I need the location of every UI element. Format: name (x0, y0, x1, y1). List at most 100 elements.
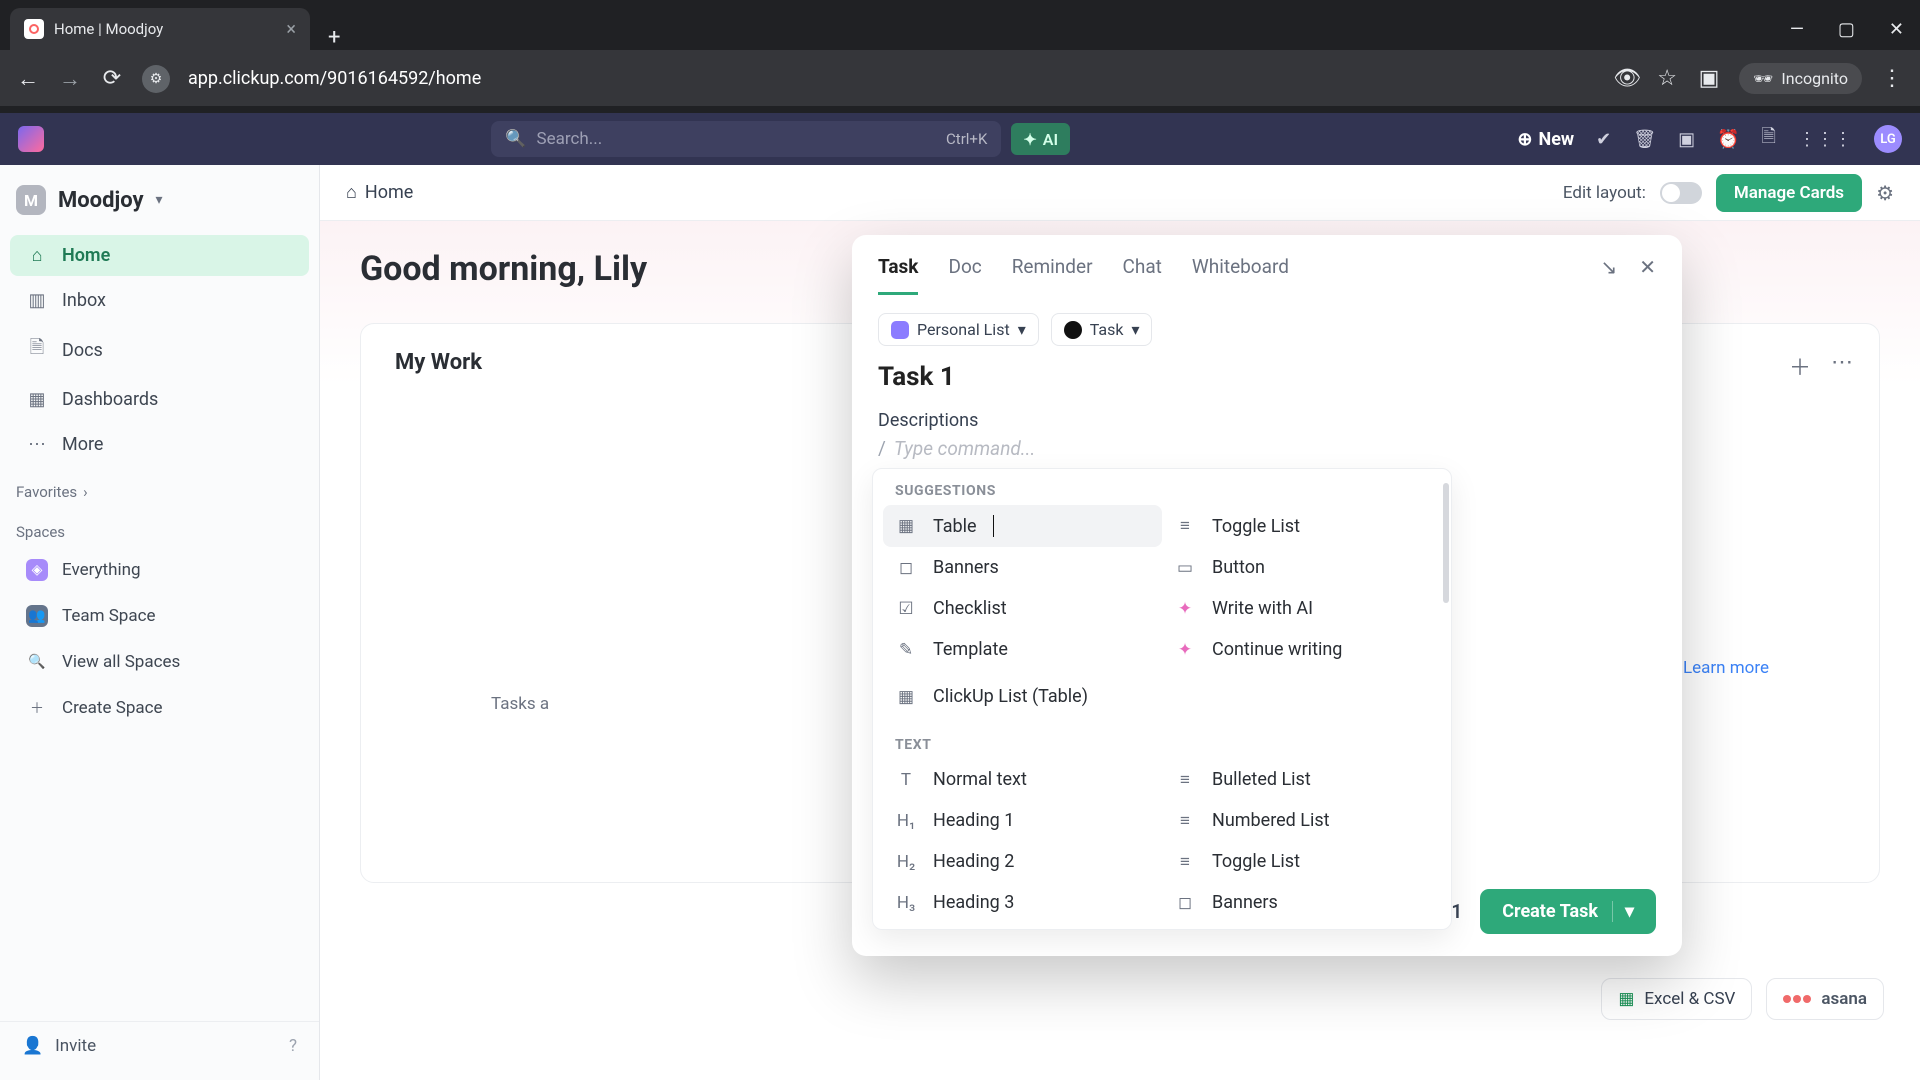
plus-icon[interactable]: ＋ (1789, 350, 1811, 382)
tab-close-icon[interactable]: × (286, 19, 296, 40)
back-icon[interactable]: ← (16, 66, 40, 92)
workspace-switcher[interactable]: M Moodjoy ▾ (0, 179, 319, 233)
list-color-icon (891, 321, 909, 339)
bookmark-icon[interactable]: ☆ (1655, 66, 1679, 91)
create-task-button[interactable]: Create Task ▾ (1480, 889, 1656, 934)
task-count: 1 (1451, 900, 1462, 923)
spaces-header[interactable]: Spaces (0, 507, 319, 547)
modal-tab-chat[interactable]: Chat (1123, 255, 1162, 295)
incognito-chip[interactable]: 🕶 Incognito (1739, 63, 1862, 94)
chevron-right-icon: › (83, 483, 88, 501)
placeholder-text: Type command... (894, 437, 1036, 460)
forward-icon[interactable]: → (58, 66, 82, 92)
opt-bulleted-list[interactable]: ≡Bulleted List (1162, 759, 1441, 800)
opt-normal-text[interactable]: TNormal text (883, 759, 1162, 800)
opt-numbered-list[interactable]: ≡Numbered List (1162, 800, 1441, 841)
space-viewall[interactable]: 🔍View all Spaces (10, 641, 309, 683)
check-circle-icon[interactable]: ✔ (1596, 129, 1611, 150)
eye-off-icon[interactable]: 👁 (1613, 66, 1637, 91)
space-team[interactable]: 👥Team Space (10, 595, 309, 637)
kebab-icon[interactable]: ⋮ (1880, 66, 1904, 91)
invite-button[interactable]: 👤Invite (22, 1036, 96, 1056)
new-tab-button[interactable]: + (310, 25, 358, 50)
gear-icon[interactable]: ⚙ (1876, 181, 1894, 205)
space-label: Create Space (62, 698, 163, 718)
modal-tab-whiteboard[interactable]: Whiteboard (1192, 255, 1289, 295)
opt-h3[interactable]: H₃Heading 3 (883, 882, 1162, 923)
opt-banners-2[interactable]: ◻Banners (1162, 882, 1441, 923)
opt-toggle-list-2[interactable]: ≡Toggle List (1162, 841, 1441, 882)
edit-layout-toggle[interactable] (1660, 182, 1702, 204)
panel-icon[interactable]: ▣ (1697, 66, 1721, 91)
chip-label: Task (1090, 320, 1124, 339)
list-icon: ≡ (1174, 770, 1196, 790)
ai-button[interactable]: ✦ AI (1011, 123, 1070, 155)
opt-h2[interactable]: H₂Heading 2 (883, 841, 1162, 882)
modal-tab-reminder[interactable]: Reminder (1012, 255, 1093, 295)
note-icon[interactable]: 🗎 (1762, 124, 1776, 154)
button-icon: ▭ (1174, 558, 1196, 578)
modal-tab-doc[interactable]: Doc (948, 255, 981, 295)
browser-tab[interactable]: Home | Moodjoy × (10, 8, 310, 50)
window-minimize-icon[interactable]: — (1790, 19, 1804, 40)
sidebar-item-docs[interactable]: 🗎Docs (10, 325, 309, 375)
new-button[interactable]: ⊕New (1517, 129, 1574, 150)
sidebar-item-inbox[interactable]: ▥Inbox (10, 280, 309, 321)
opt-checklist[interactable]: ☑Checklist (883, 588, 1162, 629)
opt-h1[interactable]: H₁Heading 1 (883, 800, 1162, 841)
learn-more-link[interactable]: Learn more (1683, 658, 1769, 678)
opt-toggle-list[interactable]: ≡Toggle List (1162, 505, 1441, 547)
sidebar-item-label: Docs (62, 340, 103, 361)
video-icon[interactable]: ▣ (1678, 129, 1695, 150)
sidebar-item-more[interactable]: ⋯More (10, 424, 309, 465)
trash-icon[interactable]: 🗑 (1633, 129, 1656, 150)
description-input[interactable]: / Type command... (878, 437, 1656, 460)
layers-icon: ◈ (26, 559, 48, 581)
sidebar-item-home[interactable]: ⌂Home (10, 235, 309, 276)
opt-clickup-list[interactable]: ▦ClickUp List (Table) (883, 676, 1441, 717)
global-search[interactable]: 🔍 Search... Ctrl+K (491, 121, 1001, 157)
opt-template[interactable]: ✎Template (883, 629, 1162, 670)
alarm-icon[interactable]: ⏰ (1717, 129, 1739, 150)
manage-cards-button[interactable]: Manage Cards (1716, 174, 1862, 212)
minimize-icon[interactable]: ↘ (1600, 255, 1617, 295)
close-icon[interactable]: ✕ (1639, 255, 1656, 295)
opt-button[interactable]: ▭Button (1162, 547, 1441, 588)
type-chip[interactable]: Task▾ (1051, 313, 1153, 346)
dashboard-icon: ▦ (26, 389, 48, 410)
opt-label: Toggle List (1212, 516, 1300, 537)
scrollbar[interactable] (1443, 483, 1449, 603)
opt-write-ai[interactable]: ✦Write with AI (1162, 588, 1441, 629)
list-chip[interactable]: Personal List▾ (878, 313, 1039, 346)
chevron-down-icon[interactable]: ▾ (1612, 901, 1634, 922)
sidebar-item-dashboards[interactable]: ▦ Dashboards (10, 379, 309, 420)
space-create[interactable]: ＋Create Space (10, 687, 309, 729)
opt-table[interactable]: ▦Table (883, 505, 1162, 547)
window-maximize-icon[interactable]: ▢ (1838, 19, 1855, 40)
favorites-header[interactable]: Favorites› (0, 467, 319, 507)
opt-label: Continue writing (1212, 639, 1342, 660)
favicon (24, 19, 44, 39)
address-bar[interactable]: app.clickup.com/9016164592/home (188, 68, 481, 89)
apps-grid-icon[interactable]: ⋮⋮⋮ (1798, 129, 1852, 150)
breadcrumb-home[interactable]: ⌂Home (346, 182, 413, 203)
app-logo-icon[interactable] (18, 126, 44, 152)
reload-icon[interactable]: ⟳ (100, 66, 124, 91)
text-icon: T (895, 770, 917, 790)
opt-banners[interactable]: ◻Banners (883, 547, 1162, 588)
window-close-icon[interactable]: ✕ (1889, 19, 1904, 40)
search-shortcut: Ctrl+K (946, 130, 987, 148)
help-icon[interactable]: ? (289, 1036, 297, 1056)
excel-csv-pill[interactable]: ▦Excel & CSV (1601, 978, 1752, 1020)
modal-tab-task[interactable]: Task (878, 255, 918, 295)
opt-continue-writing[interactable]: ✦Continue writing (1162, 629, 1441, 670)
space-everything[interactable]: ◈Everything (10, 549, 309, 591)
task-name-input[interactable]: Task 1 (878, 362, 1656, 392)
pill-label: asana (1821, 989, 1867, 1009)
user-avatar[interactable]: LG (1874, 125, 1902, 153)
ellipsis-icon[interactable]: ⋯ (1831, 350, 1853, 382)
sidebar-item-label: Dashboards (62, 389, 158, 410)
asana-pill[interactable]: asana (1766, 978, 1884, 1020)
site-settings-icon[interactable]: ⚙ (142, 65, 170, 93)
ellipsis-icon: ⋯ (26, 434, 48, 455)
